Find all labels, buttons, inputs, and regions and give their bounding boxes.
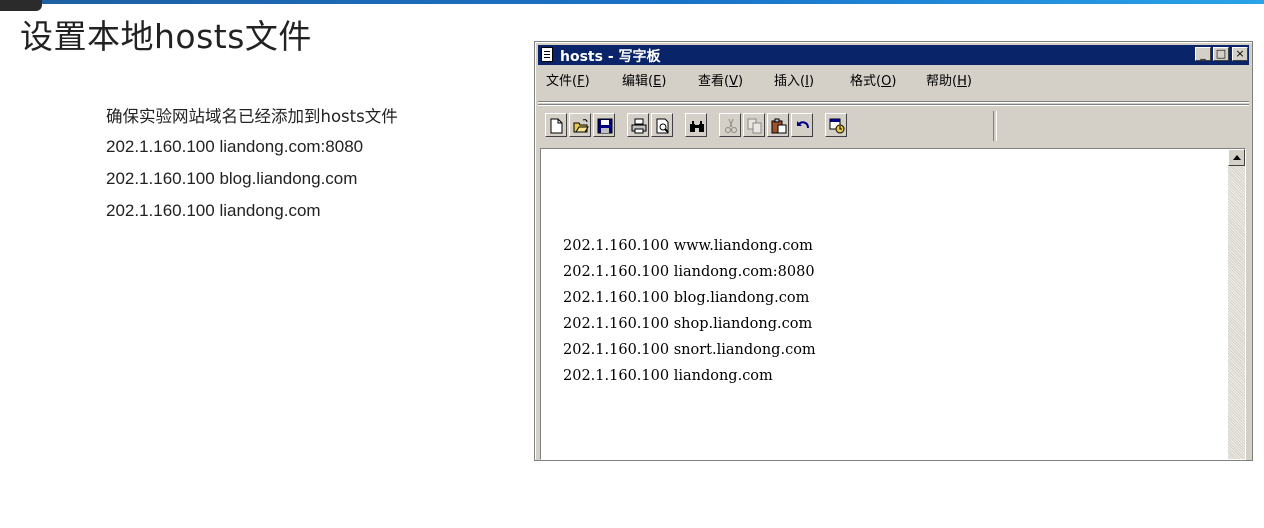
- window-title: hosts - 写字板: [560, 49, 661, 65]
- minimize-button[interactable]: _: [1195, 47, 1211, 61]
- doc-line: 202.1.160.100 snort.liandong.com: [563, 342, 816, 358]
- open-folder-icon: [573, 119, 589, 133]
- find-binoculars-icon: [690, 121, 704, 132]
- doc-line: 202.1.160.100 liandong.com:8080: [563, 264, 815, 280]
- toolbar: [545, 111, 1249, 141]
- find-button[interactable]: [685, 113, 707, 137]
- slide-hosts-line: 202.1.160.100 liandong.com: [106, 201, 321, 220]
- wordpad-window: hosts - 写字板 _ □ × 文件(F) 编辑(E) 查看(V) 插入(I…: [534, 41, 1253, 461]
- print-button[interactable]: [627, 113, 649, 137]
- new-icon: [550, 118, 563, 134]
- slide-title: 设置本地hosts文件: [20, 17, 312, 56]
- paste-clipboard-icon: [771, 118, 787, 134]
- menu-edit[interactable]: 编辑(E): [622, 70, 666, 89]
- undo-button[interactable]: [791, 113, 813, 137]
- document-text[interactable]: 202.1.160.100 www.liandong.com 202.1.160…: [563, 233, 816, 389]
- menu-help[interactable]: 帮助(H): [926, 70, 972, 89]
- cut-scissors-icon: [725, 118, 737, 133]
- print-preview-button[interactable]: [651, 113, 673, 137]
- slide-top-accent-bar: [0, 0, 1264, 4]
- doc-line: 202.1.160.100 blog.liandong.com: [563, 290, 810, 306]
- close-button[interactable]: ×: [1232, 47, 1248, 61]
- scroll-up-button[interactable]: [1228, 149, 1245, 166]
- wordpad-document-icon: [541, 47, 553, 62]
- doc-line: 202.1.160.100 www.liandong.com: [563, 238, 813, 254]
- menu-view[interactable]: 查看(V): [698, 70, 743, 89]
- menu-bar: 文件(F) 编辑(E) 查看(V) 插入(I) 格式(O) 帮助(H): [538, 68, 1249, 89]
- save-icon: [597, 118, 613, 134]
- date-time-icon: [829, 118, 845, 134]
- toolbar-separator: [538, 104, 1249, 106]
- new-button[interactable]: [545, 113, 567, 137]
- maximize-button[interactable]: □: [1213, 47, 1229, 61]
- document-area[interactable]: 202.1.160.100 www.liandong.com 202.1.160…: [540, 148, 1246, 460]
- undo-arrow-icon: [797, 121, 809, 129]
- slide-body: 确保实验网站域名已经添加到hosts文件 202.1.160.100 liand…: [106, 105, 466, 231]
- vertical-scrollbar[interactable]: [1228, 149, 1245, 459]
- paste-button[interactable]: [767, 113, 789, 137]
- date-time-button[interactable]: [825, 113, 847, 137]
- toolbar-end-divider: [993, 111, 997, 141]
- print-preview-icon: [656, 118, 669, 134]
- menu-insert[interactable]: 插入(I): [774, 70, 814, 89]
- doc-line: 202.1.160.100 shop.liandong.com: [563, 316, 813, 332]
- copy-button[interactable]: [743, 113, 765, 137]
- open-button[interactable]: [569, 113, 591, 137]
- window-title-bar[interactable]: hosts - 写字板 _ □ ×: [538, 45, 1249, 65]
- menu-separator: [538, 101, 1249, 103]
- print-icon: [631, 118, 647, 134]
- menu-file[interactable]: 文件(F): [546, 70, 590, 89]
- doc-line: 202.1.160.100 liandong.com: [563, 368, 773, 384]
- arrow-up-icon: [1233, 155, 1241, 160]
- save-button[interactable]: [593, 113, 615, 137]
- cut-button[interactable]: [719, 113, 741, 137]
- slide-hosts-line: 202.1.160.100 blog.liandong.com: [106, 169, 358, 188]
- menu-format[interactable]: 格式(O): [850, 70, 896, 89]
- copy-icon: [747, 118, 762, 134]
- slide-hosts-line: 202.1.160.100 liandong.com:8080: [106, 137, 364, 156]
- slide-intro-text: 确保实验网站域名已经添加到hosts文件: [106, 107, 398, 126]
